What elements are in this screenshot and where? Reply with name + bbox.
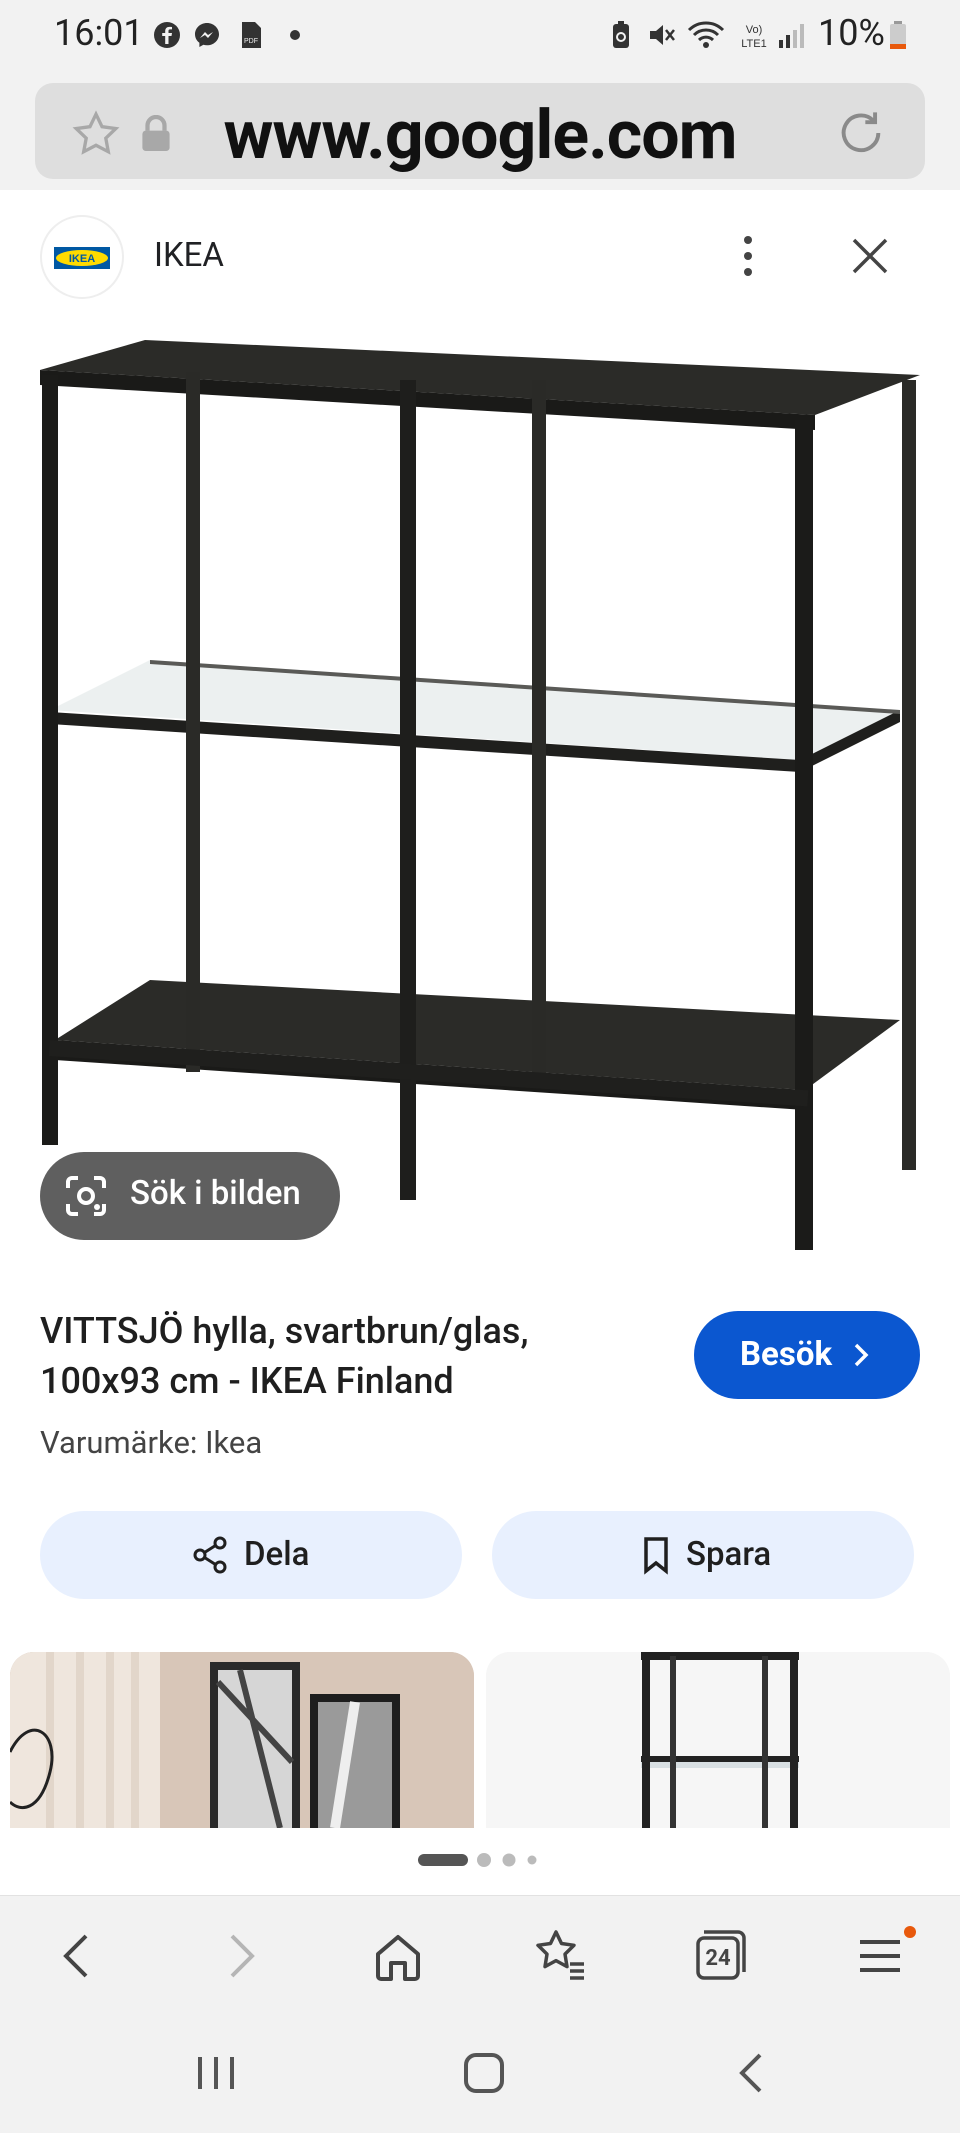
facebook-icon bbox=[154, 22, 180, 48]
back-icon[interactable] bbox=[38, 1918, 118, 1994]
bookmarks-icon[interactable] bbox=[520, 1918, 600, 1994]
url-text[interactable]: www.google.com bbox=[35, 95, 925, 175]
notification-dot bbox=[904, 1926, 916, 1938]
lens-label: Sök i bilden bbox=[130, 1174, 301, 1213]
reload-icon[interactable] bbox=[835, 107, 887, 159]
tabs-count: 24 bbox=[705, 1946, 731, 1971]
brand-line: Varumärke: Ikea bbox=[40, 1424, 263, 1461]
share-icon bbox=[193, 1536, 227, 1574]
home-icon[interactable] bbox=[358, 1918, 438, 1994]
save-label: Spara bbox=[686, 1535, 772, 1574]
forward-icon[interactable] bbox=[200, 1918, 280, 1994]
search-in-image-button[interactable]: Sök i bilden bbox=[40, 1152, 340, 1240]
source-name[interactable]: IKEA bbox=[154, 236, 224, 275]
svg-text:Vo): Vo) bbox=[746, 24, 763, 36]
carousel-indicator bbox=[418, 1853, 537, 1867]
source-logo: IKEA bbox=[40, 215, 124, 299]
related-thumbnail[interactable] bbox=[10, 1652, 474, 1828]
thumbnail-room-image bbox=[10, 1652, 474, 1828]
dot-icon bbox=[290, 30, 300, 40]
thumbnail-shelf-image bbox=[486, 1652, 950, 1828]
battery-icon bbox=[890, 21, 906, 49]
lens-icon bbox=[66, 1176, 106, 1216]
related-thumbnail[interactable] bbox=[486, 1652, 950, 1828]
svg-text:PDF: PDF bbox=[244, 38, 258, 45]
signal-icon bbox=[779, 24, 804, 48]
product-image[interactable] bbox=[20, 320, 940, 1270]
tabs-button[interactable]: 24 bbox=[680, 1918, 760, 1994]
messenger-icon bbox=[195, 23, 219, 47]
battery-text: 10% bbox=[818, 12, 885, 54]
mute-icon bbox=[650, 25, 675, 45]
url-bar[interactable]: www.google.com bbox=[35, 83, 925, 179]
battery-saver-icon bbox=[613, 21, 629, 48]
share-label: Dela bbox=[244, 1535, 310, 1574]
recent-apps-icon[interactable] bbox=[176, 2043, 256, 2103]
close-icon[interactable] bbox=[848, 234, 892, 278]
back-nav-icon[interactable] bbox=[712, 2043, 792, 2103]
product-title[interactable]: VITTSJÖ hylla, svartbrun/glas, 100x93 cm… bbox=[40, 1306, 640, 1406]
wifi-icon bbox=[687, 21, 725, 48]
status-time: 16:01 bbox=[54, 12, 144, 54]
status-bar: 16:01 PDF Vo) LTE1 10% bbox=[0, 0, 960, 72]
more-options-icon[interactable] bbox=[730, 232, 766, 280]
visit-button[interactable]: Besök bbox=[694, 1311, 920, 1399]
pdf-icon: PDF bbox=[242, 22, 261, 48]
home-nav-icon[interactable] bbox=[444, 2043, 524, 2103]
share-button[interactable]: Dela bbox=[40, 1511, 462, 1599]
bookmark-icon bbox=[644, 1537, 668, 1575]
svg-text:IKEA: IKEA bbox=[69, 253, 95, 265]
chevron-right-icon bbox=[854, 1343, 869, 1367]
menu-icon[interactable] bbox=[840, 1918, 920, 1994]
browser-toolbar: 24 bbox=[0, 1895, 960, 2013]
ikea-logo-icon: IKEA bbox=[54, 247, 110, 269]
volte-icon: Vo) LTE1 bbox=[741, 24, 766, 50]
visit-label: Besök bbox=[740, 1335, 833, 1374]
svg-text:LTE1: LTE1 bbox=[741, 38, 766, 50]
system-navigation-bar bbox=[0, 2013, 960, 2133]
save-button[interactable]: Spara bbox=[492, 1511, 914, 1599]
